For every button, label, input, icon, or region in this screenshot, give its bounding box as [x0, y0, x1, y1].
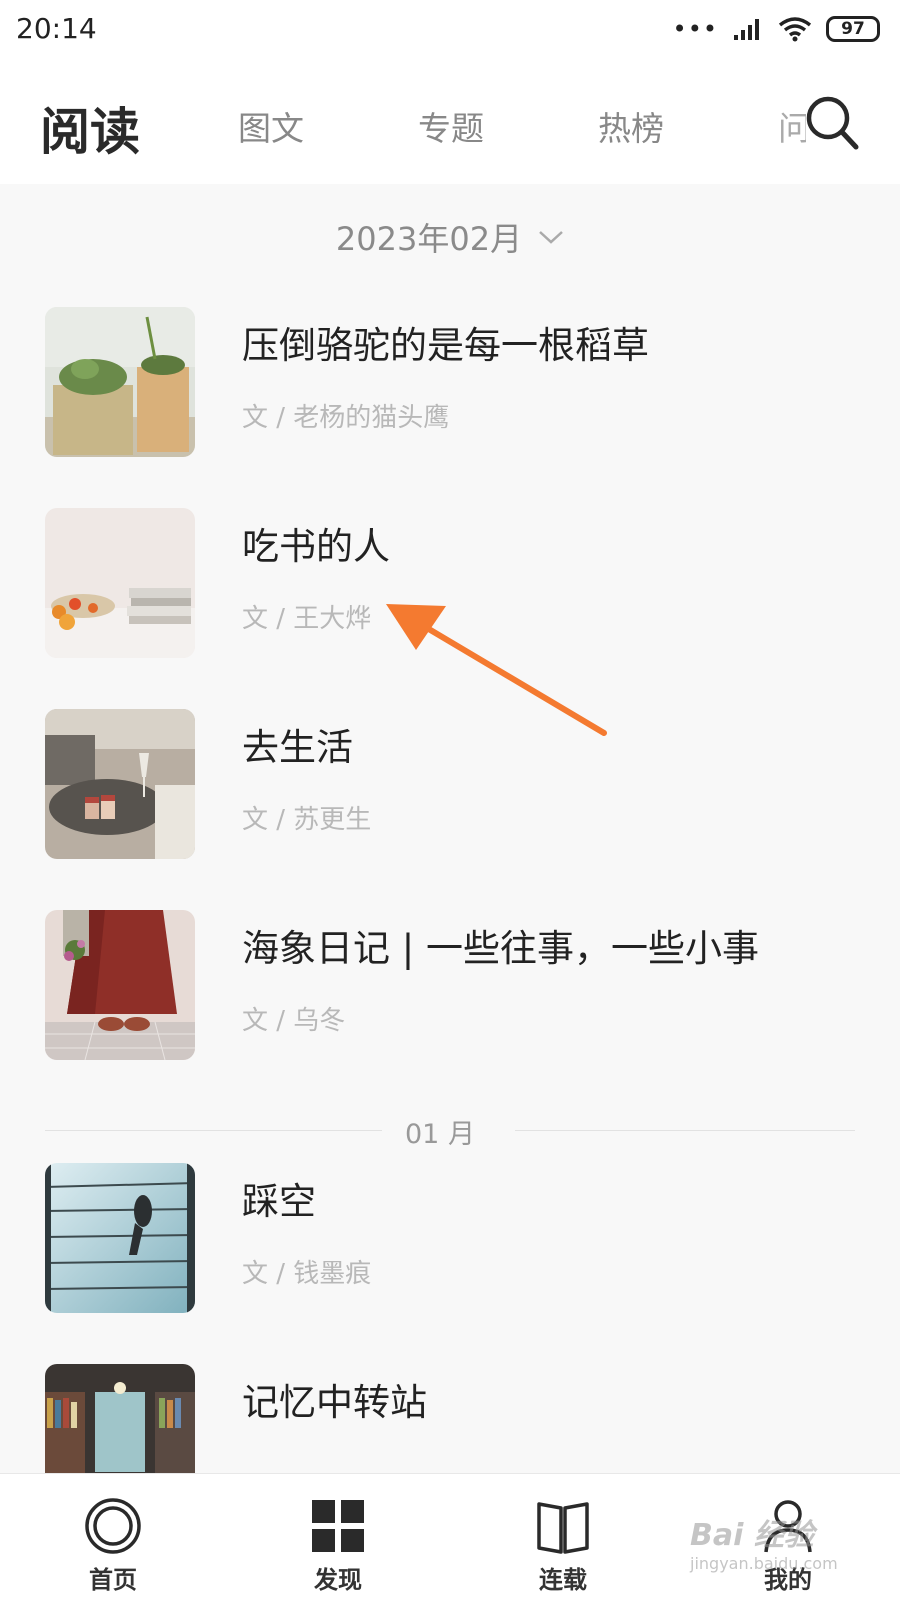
status-time: 20:14 — [16, 12, 97, 45]
signal-icon — [734, 19, 759, 40]
month-selector[interactable]: 2023年02月 — [0, 212, 900, 262]
article-item[interactable]: 记忆中转站 — [0, 1364, 900, 1473]
article-item[interactable]: 海象日记 | 一些往事，一些小事 文 / 乌冬 — [0, 910, 900, 1060]
article-item[interactable]: 踩空 文 / 钱墨痕 — [0, 1163, 900, 1313]
article-thumbnail — [45, 1163, 195, 1313]
watermark-brand: Bai 经验 — [690, 1518, 814, 1553]
article-author: 文 / 钱墨痕 — [242, 1259, 372, 1289]
article-thumbnail — [45, 709, 195, 859]
more-dots-icon: ••• — [672, 15, 718, 43]
divider-line — [515, 1130, 855, 1131]
top-nav: 阅读 图文 专题 热榜 问 — [0, 62, 900, 184]
bottom-nav-label: 发现 — [314, 1566, 362, 1594]
status-bar: 20:14 ••• 97 — [0, 0, 900, 62]
bottom-nav-label: 首页 — [89, 1566, 137, 1594]
article-item[interactable]: 去生活 文 / 苏更生 — [0, 709, 900, 859]
article-title: 海象日记 | 一些往事，一些小事 — [242, 927, 759, 970]
article-thumbnail — [45, 910, 195, 1060]
wifi-icon — [778, 17, 812, 42]
chevron-down-icon — [539, 231, 563, 244]
article-thumbnail — [45, 307, 195, 457]
book-icon — [537, 1502, 589, 1554]
article-author: 文 / 王大烨 — [242, 604, 372, 634]
article-title: 踩空 — [242, 1180, 316, 1223]
article-title: 记忆中转站 — [242, 1381, 427, 1424]
article-title: 压倒骆驼的是每一根稻草 — [242, 324, 649, 367]
status-icons: ••• 97 — [673, 14, 880, 44]
home-icon — [85, 1498, 141, 1554]
tab-topics[interactable]: 专题 — [418, 102, 484, 150]
divider-line — [45, 1130, 382, 1131]
article-item[interactable]: 吃书的人 文 / 王大烨 — [0, 508, 900, 658]
article-author: 文 / 老杨的猫头鹰 — [242, 403, 450, 433]
bottom-nav-label: 连载 — [539, 1566, 587, 1594]
divider-label: 01 月 — [405, 1119, 475, 1150]
month-divider: 01 月 — [45, 1110, 855, 1150]
bottom-nav-serial[interactable]: 连载 — [483, 1474, 643, 1600]
battery-indicator: 97 — [826, 16, 880, 42]
article-thumbnail — [45, 508, 195, 658]
article-item[interactable]: 压倒骆驼的是每一根稻草 文 / 老杨的猫头鹰 — [0, 307, 900, 457]
bottom-nav-home[interactable]: 首页 — [33, 1474, 193, 1600]
bottom-nav-discover[interactable]: 发现 — [258, 1474, 418, 1600]
grid-icon — [312, 1500, 364, 1552]
search-icon[interactable] — [804, 92, 860, 152]
tab-hot-list[interactable]: 热榜 — [598, 102, 664, 150]
month-selector-label: 2023年02月 — [335, 220, 523, 258]
article-thumbnail — [45, 1364, 195, 1473]
tab-questions[interactable]: 问 — [778, 102, 806, 150]
tab-image-text[interactable]: 图文 — [238, 102, 304, 150]
article-title: 吃书的人 — [242, 525, 390, 568]
article-author: 文 / 乌冬 — [242, 1006, 346, 1036]
article-author: 文 / 苏更生 — [242, 805, 372, 835]
watermark: Bai 经验 jingyan.baidu.com — [690, 1510, 838, 1573]
page-title: 阅读 — [40, 103, 140, 161]
watermark-url: jingyan.baidu.com — [690, 1554, 838, 1573]
article-title: 去生活 — [242, 726, 353, 769]
